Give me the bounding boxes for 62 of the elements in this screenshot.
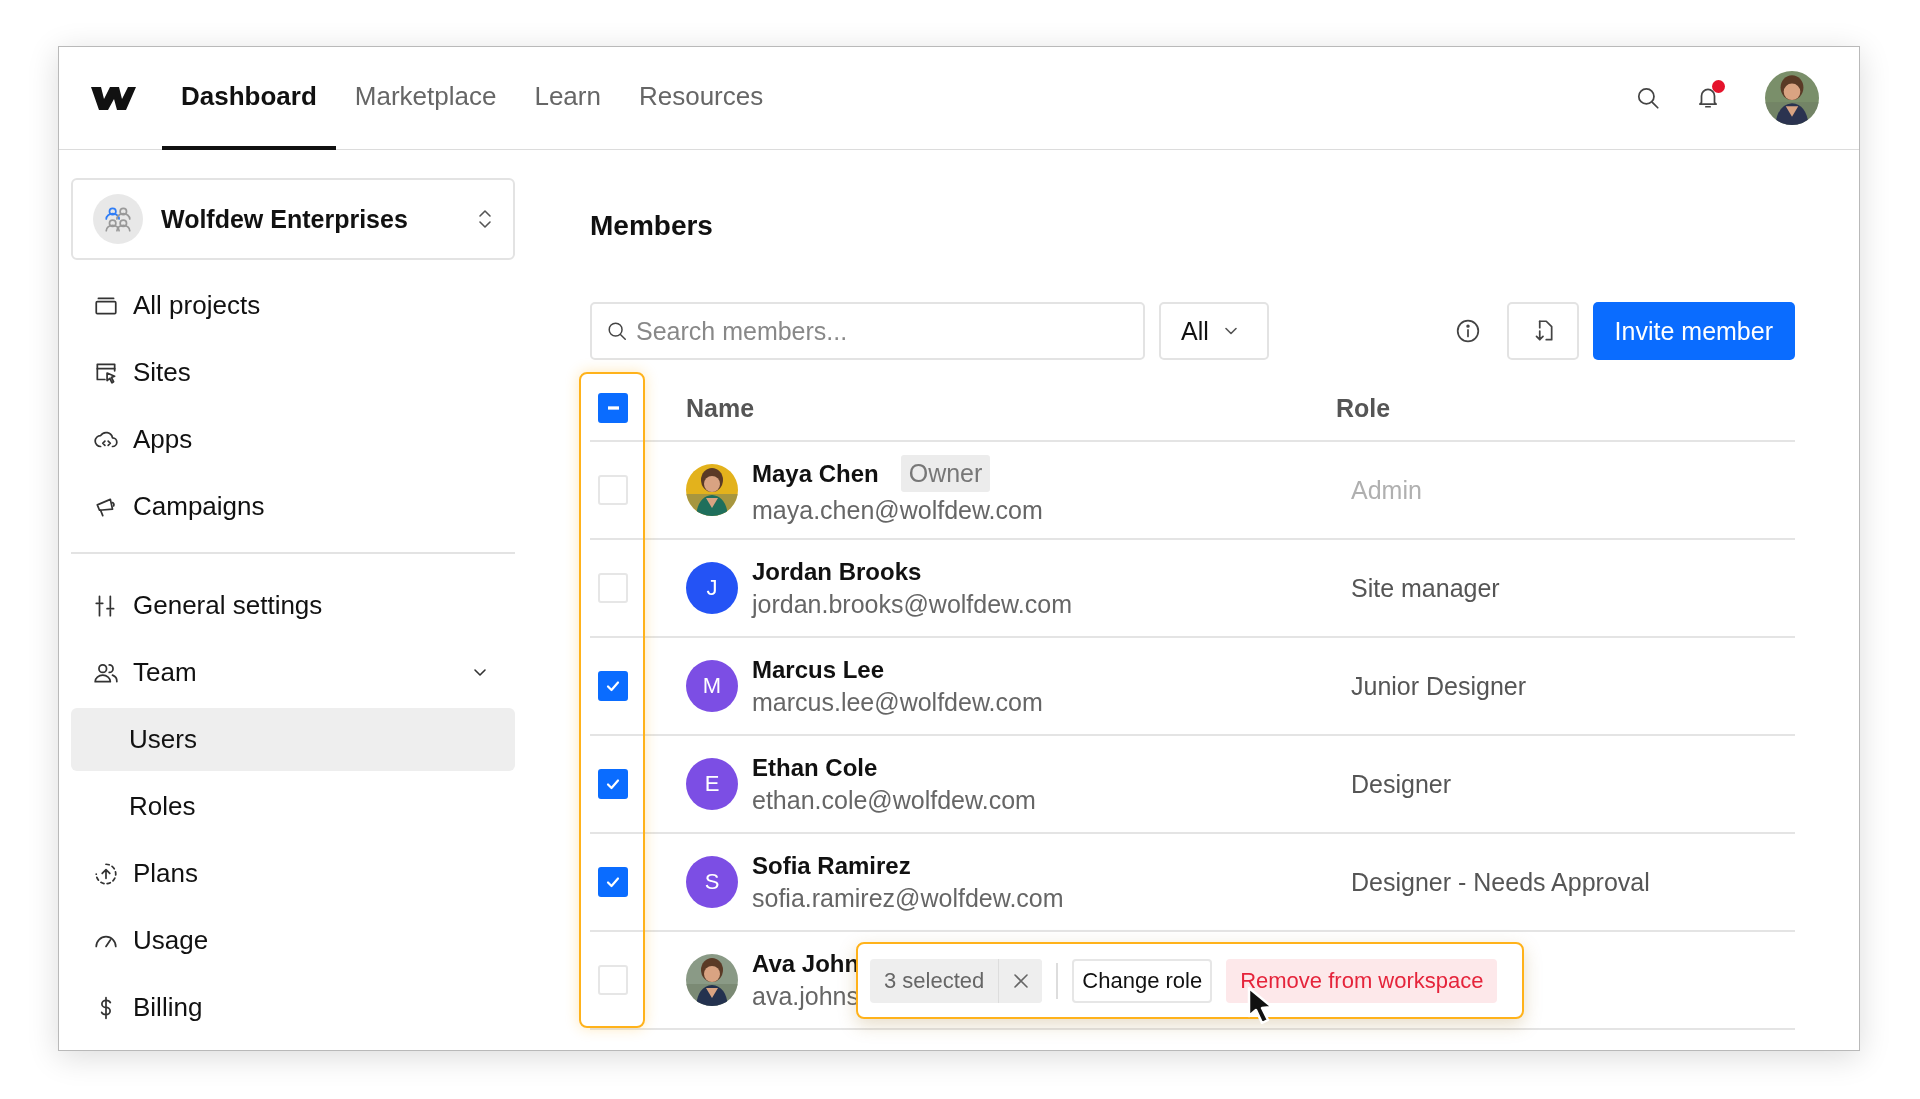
minus-icon xyxy=(607,406,619,410)
member-name: Sofia Ramirez xyxy=(752,851,911,880)
upgrade-icon xyxy=(93,860,119,887)
avatar: M xyxy=(686,660,738,712)
member-email: ethan.cole@wolfdew.com xyxy=(752,785,1036,815)
invite-button[interactable]: Invite member xyxy=(1592,302,1795,360)
sidebar-item[interactable]: Users xyxy=(71,708,515,771)
change-role-button[interactable]: Change role xyxy=(1072,958,1213,1003)
sidebar-item[interactable]: Plans xyxy=(71,842,515,905)
download-button[interactable] xyxy=(1506,302,1579,360)
member-name: Ethan Cole xyxy=(752,753,878,782)
search-icon xyxy=(606,320,628,342)
search-icon[interactable] xyxy=(1635,85,1661,111)
member-email: ava.johns xyxy=(752,981,860,1011)
nav-tab[interactable]: Dashboard xyxy=(162,47,336,150)
caret-icon xyxy=(1224,327,1237,335)
remove-button[interactable]: Remove from workspace xyxy=(1226,958,1498,1003)
sidebar-item[interactable]: Billing xyxy=(71,976,515,1039)
member-role: Admin xyxy=(1350,475,1423,505)
member-role: Designer xyxy=(1350,769,1453,799)
column-header: Name xyxy=(686,393,756,423)
page-title: Members xyxy=(590,210,714,242)
chevron-updown-icon xyxy=(477,208,493,230)
workspace-name: Wolfdew Enterprises xyxy=(161,204,408,234)
clear-selection-button[interactable] xyxy=(998,958,1043,1003)
nav-tab[interactable]: Marketplace xyxy=(335,47,516,150)
info-icon[interactable] xyxy=(1454,318,1481,344)
avatar: S xyxy=(686,856,738,908)
member-name: Maya Chen xyxy=(752,459,879,488)
avatar: J xyxy=(686,562,738,614)
sidebar-item[interactable]: Usage xyxy=(71,909,515,972)
member-role: Site manager xyxy=(1350,573,1501,603)
checkbox[interactable] xyxy=(598,671,628,701)
member-email: marcus.lee@wolfdew.com xyxy=(752,687,1043,717)
sidebar-item[interactable]: Campaigns xyxy=(71,475,515,538)
checkbox[interactable] xyxy=(598,393,628,423)
member-name: Marcus Lee xyxy=(752,655,885,684)
member-name: Jordan Brooks xyxy=(752,557,922,586)
sidebar-item[interactable]: Team xyxy=(71,641,515,704)
checkbox[interactable] xyxy=(598,769,628,799)
member-email: maya.chen@wolfdew.com xyxy=(752,496,1043,525)
selection-count: 3 selected xyxy=(883,966,986,995)
search-field[interactable]: Search members... xyxy=(590,302,1145,360)
sidebar-item[interactable]: All projects xyxy=(71,274,515,337)
sidebar-item[interactable]: General settings xyxy=(71,574,515,637)
column-header: Role xyxy=(1336,393,1392,423)
member-role: Designer - Needs Approval xyxy=(1350,867,1651,897)
filter-dropdown[interactable]: All xyxy=(1159,302,1269,360)
member-email: sofia.ramirez@wolfdew.com xyxy=(752,883,1064,913)
chevron-down-icon[interactable] xyxy=(473,667,487,678)
member-email: jordan.brooks@wolfdew.com xyxy=(752,589,1072,619)
owner-badge: Owner xyxy=(900,455,991,492)
workspace-switcher[interactable]: Wolfdew Enterprises xyxy=(71,178,515,260)
sidebar-item[interactable]: Apps xyxy=(71,408,515,471)
close-icon xyxy=(1011,971,1030,990)
member-role: Junior Designer xyxy=(1350,671,1528,701)
sidebar-item[interactable]: Sites xyxy=(71,341,515,404)
sidebar-item[interactable]: Roles xyxy=(71,775,515,838)
avatar: E xyxy=(686,758,738,810)
nav-tab[interactable]: Learn xyxy=(515,47,620,150)
nav-tab[interactable]: Resources xyxy=(619,47,783,150)
checkbox[interactable] xyxy=(598,867,628,897)
